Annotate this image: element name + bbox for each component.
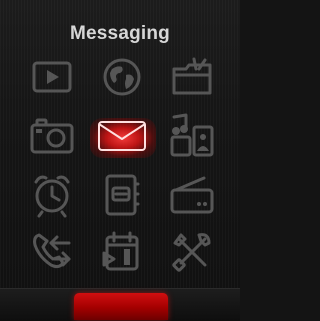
menu-item-calendar[interactable]: [94, 226, 150, 278]
menu-item-media-gallery[interactable]: [164, 110, 220, 162]
main-menu-screen: Messaging: [0, 0, 240, 321]
menu-item-camera[interactable]: [24, 110, 80, 162]
menu-item-fm-radio[interactable]: [164, 169, 220, 221]
settings-tools-icon: [172, 233, 211, 272]
alarm-clock-icon: [34, 175, 70, 218]
menu-item-messaging[interactable]: [94, 110, 150, 162]
main-menu-grid: [0, 0, 240, 290]
menu-item-alarm[interactable]: [24, 169, 80, 221]
menu-item-call-log[interactable]: [24, 226, 80, 278]
menu-item-video-player[interactable]: [24, 51, 80, 103]
messaging-icon: [98, 121, 146, 151]
camera-icon: [30, 118, 74, 154]
menu-item-settings[interactable]: [164, 226, 220, 278]
media-gallery-icon: [170, 113, 214, 157]
calendar-icon: [102, 231, 139, 271]
menu-item-contacts[interactable]: [94, 169, 150, 221]
video-player-icon: [32, 61, 72, 93]
menu-item-file-manager[interactable]: [164, 51, 220, 103]
contacts-icon: [105, 174, 140, 216]
menu-item-browser[interactable]: [94, 51, 150, 103]
browser-globe-icon: [103, 58, 141, 96]
fm-radio-icon: [170, 176, 214, 214]
center-softkey-button[interactable]: [74, 293, 168, 320]
file-manager-icon: [172, 57, 212, 95]
call-log-icon: [33, 233, 71, 269]
